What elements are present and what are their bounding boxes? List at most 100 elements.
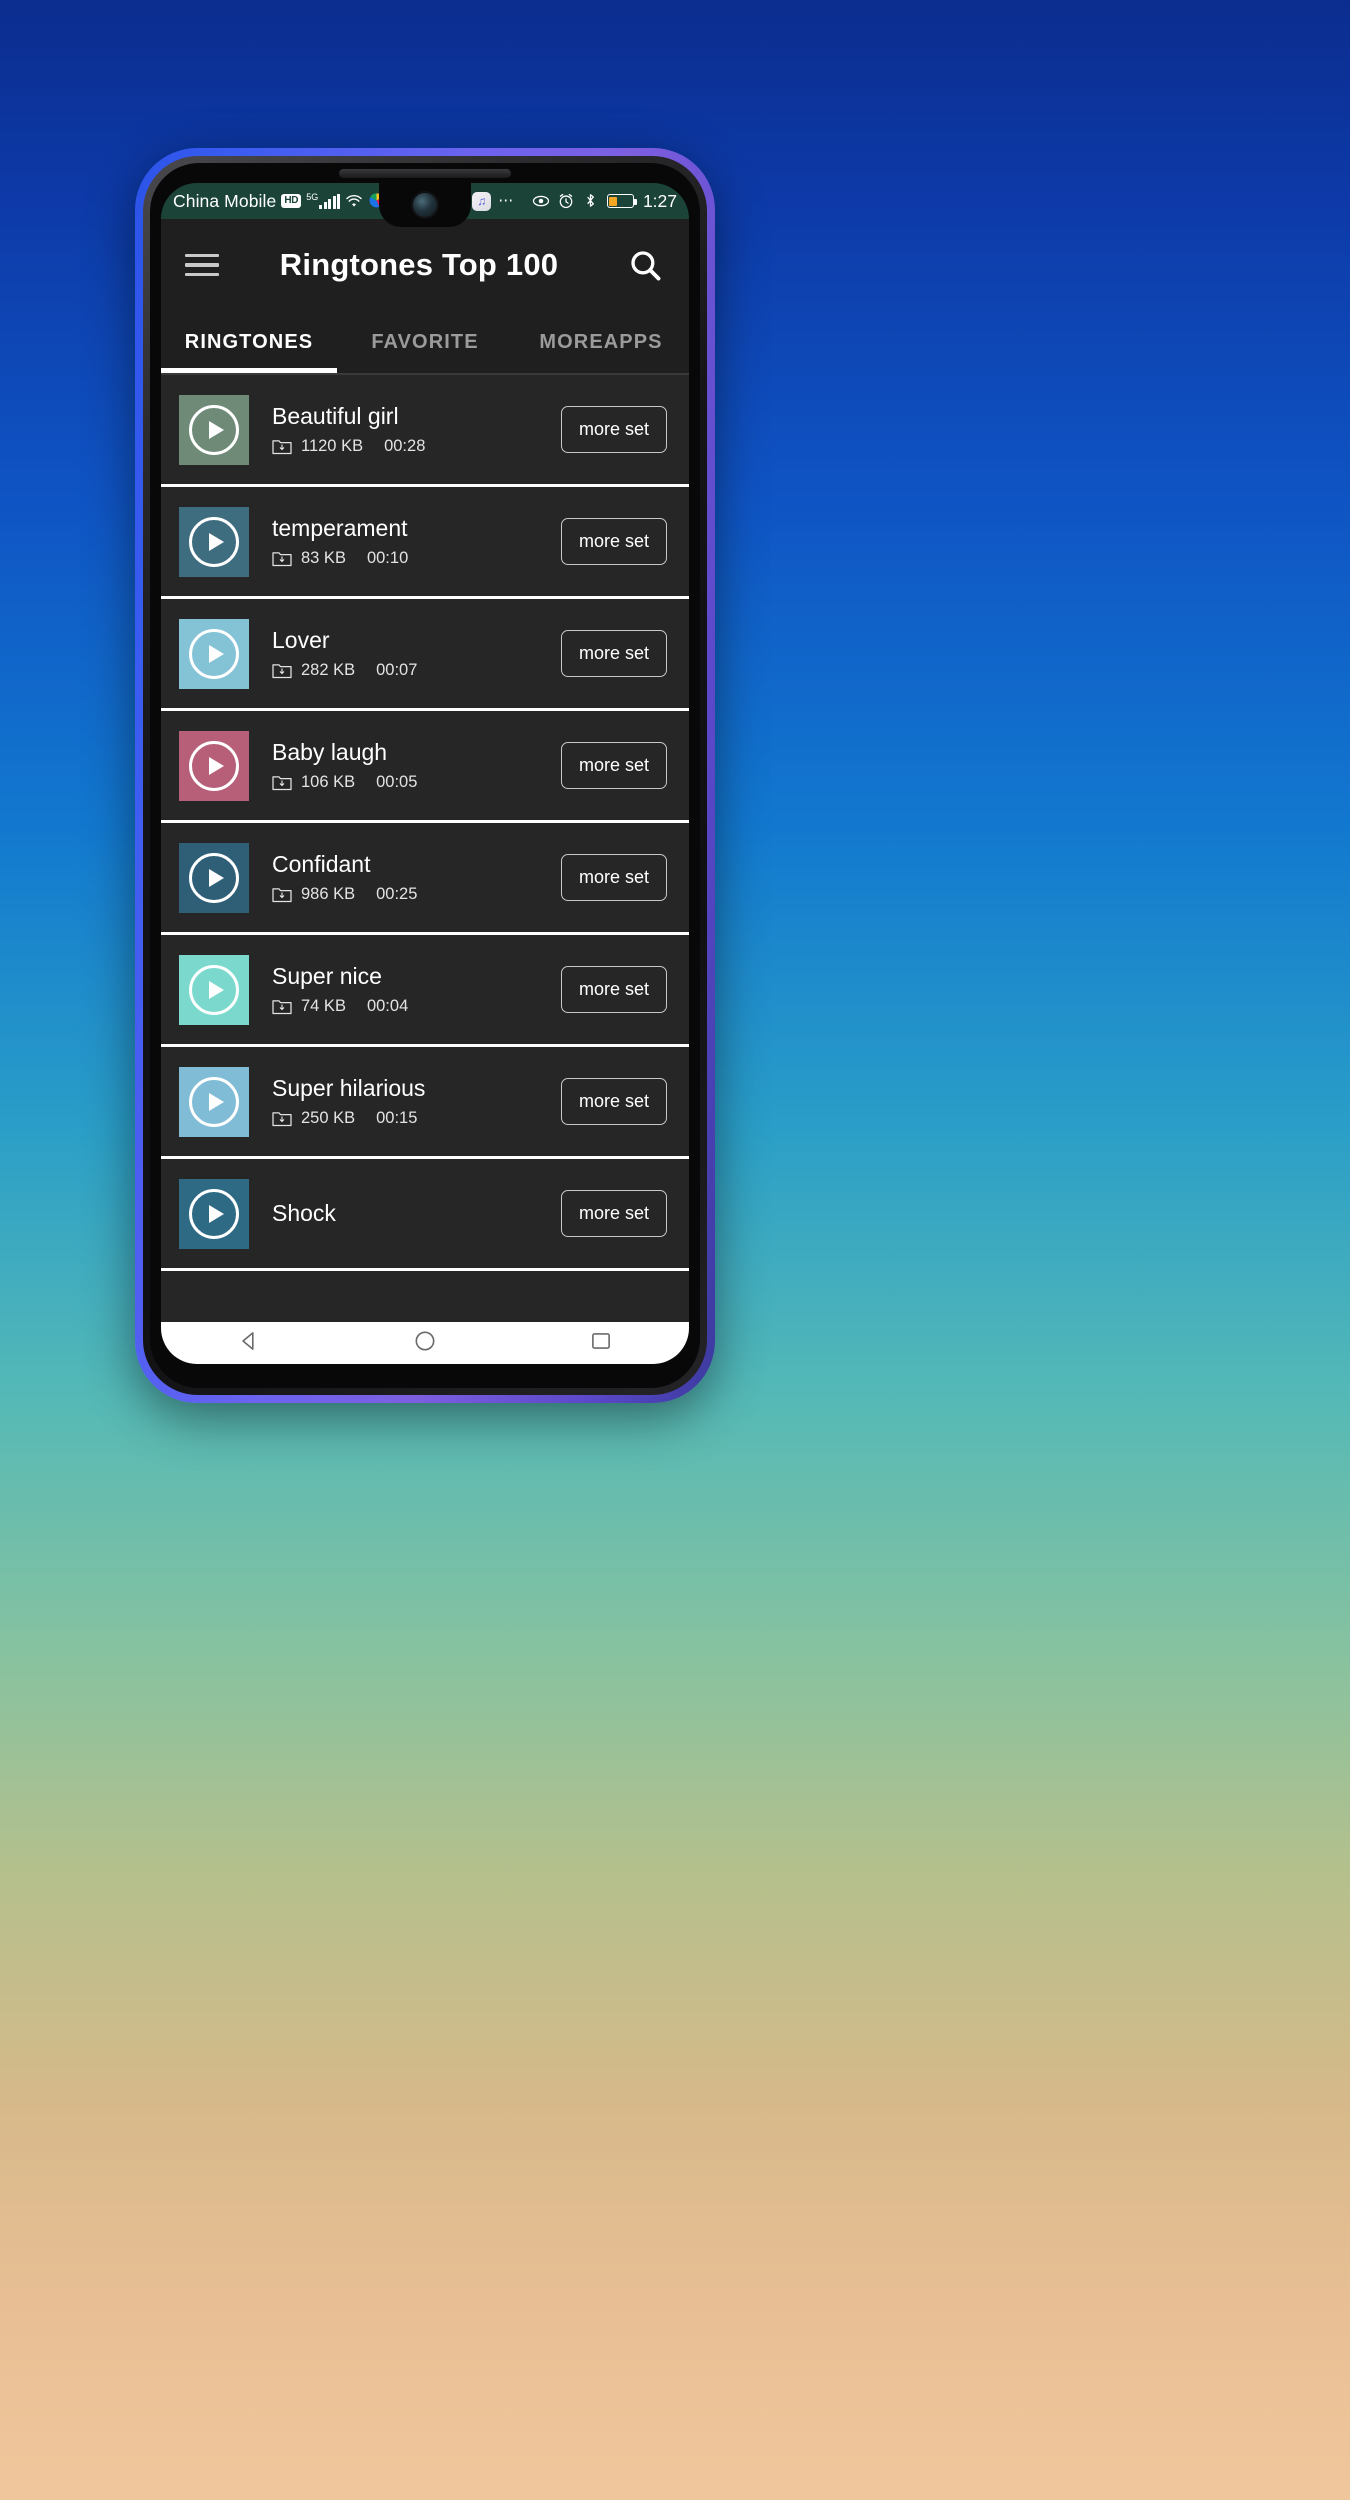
more-notifications-icon: ⋯ <box>498 192 516 209</box>
status-bar-left: China Mobile HD 5G <box>173 191 386 212</box>
more-set-button[interactable]: more set <box>560 966 667 1013</box>
recents-square-icon[interactable] <box>588 1328 614 1359</box>
wifi-icon <box>345 192 363 210</box>
ringtone-size: 282 KB <box>301 660 356 679</box>
ringtone-size: 250 KB <box>301 1108 356 1127</box>
more-set-button[interactable]: more set <box>560 630 667 677</box>
search-icon[interactable] <box>625 245 665 285</box>
ringtone-size: 74 KB <box>301 996 346 1015</box>
signal-bars-icon: 5G <box>306 192 341 209</box>
ringtone-meta: Super nice 74 KB 00:04 <box>249 963 561 1015</box>
clock-label: 1:27 <box>642 190 677 211</box>
eye-care-icon <box>532 192 550 210</box>
play-icon[interactable] <box>189 1076 239 1127</box>
table-row[interactable]: Super hilarious 250 KB 00:15 more set <box>161 1047 689 1159</box>
play-icon[interactable] <box>189 516 239 567</box>
more-set-button[interactable]: more set <box>560 1078 667 1125</box>
ringtone-duration: 00:15 <box>376 1108 418 1127</box>
ringtone-subline: 1120 KB 00:28 <box>272 437 561 456</box>
table-row[interactable]: Confidant 986 KB 00:25 more set <box>161 823 689 935</box>
ringtone-size: 106 KB <box>301 772 356 791</box>
ringtone-size: 83 KB <box>301 548 346 567</box>
system-navigation-bar <box>161 1322 689 1364</box>
play-icon[interactable] <box>189 1188 239 1239</box>
ringtone-meta: Shock <box>249 1200 561 1226</box>
ringtone-size: 1120 KB <box>301 436 364 455</box>
ringtone-meta: Confidant 986 KB 00:25 <box>249 851 561 903</box>
ringtone-meta: temperament 83 KB 00:10 <box>249 515 561 567</box>
status-bar-right: 1:27 <box>532 191 677 212</box>
ringtone-thumbnail[interactable] <box>179 954 249 1025</box>
download-folder-icon <box>272 550 292 567</box>
ringtone-thumbnail[interactable] <box>179 730 249 801</box>
app-bar: Ringtones Top 100 <box>161 219 689 311</box>
more-set-button[interactable]: more set <box>560 1190 667 1237</box>
download-folder-icon <box>272 774 292 791</box>
tab-bar: RINGTONES FAVORITE MOREAPPS <box>161 311 689 373</box>
ringtone-meta: Super hilarious 250 KB 00:15 <box>249 1075 561 1127</box>
ringtone-thumbnail[interactable] <box>179 618 249 689</box>
earpiece-speaker <box>339 169 511 178</box>
phone-device: China Mobile HD 5G ♫ ⋯ 1:27 Ringtones To… <box>135 148 715 1403</box>
ringtone-thumbnail[interactable] <box>179 842 249 913</box>
download-folder-icon <box>272 662 292 679</box>
ringtone-size: 986 KB <box>301 884 356 903</box>
carrier-label: China Mobile <box>173 190 277 211</box>
ringtone-subline: 106 KB 00:05 <box>272 773 561 792</box>
hd-badge: HD <box>281 194 302 208</box>
more-set-button[interactable]: more set <box>560 518 667 565</box>
ringtone-duration: 00:10 <box>366 548 409 567</box>
phone-bezel: China Mobile HD 5G ♫ ⋯ 1:27 Ringtones To… <box>150 163 700 1388</box>
ringtone-thumbnail[interactable] <box>179 1178 249 1249</box>
ringtone-meta: Baby laugh 106 KB 00:05 <box>249 739 561 791</box>
ringtone-duration: 00:28 <box>384 436 426 455</box>
phone-screen: China Mobile HD 5G ♫ ⋯ 1:27 Ringtones To… <box>161 183 689 1364</box>
table-row[interactable]: Lover 282 KB 00:07 more set <box>161 599 689 711</box>
page-title: Ringtones Top 100 <box>279 247 559 282</box>
tab-favorite[interactable]: FAVORITE <box>337 331 513 354</box>
play-icon[interactable] <box>189 628 239 679</box>
more-set-button[interactable]: more set <box>560 406 667 453</box>
download-folder-icon <box>272 998 292 1015</box>
network-type-label: 5G <box>306 192 319 202</box>
more-set-button[interactable]: more set <box>560 742 667 789</box>
table-row[interactable]: temperament 83 KB 00:10 more set <box>161 487 689 599</box>
table-row[interactable]: Super nice 74 KB 00:04 more set <box>161 935 689 1047</box>
tab-moreapps[interactable]: MOREAPPS <box>513 331 689 354</box>
ringtone-title: Beautiful girl <box>272 403 399 430</box>
home-circle-icon[interactable] <box>412 1328 438 1359</box>
play-icon[interactable] <box>189 964 239 1015</box>
ringtone-thumbnail[interactable] <box>179 394 249 465</box>
bluetooth-icon <box>582 192 600 210</box>
play-icon[interactable] <box>189 852 239 903</box>
ringtone-meta: Lover 282 KB 00:07 <box>249 627 561 679</box>
download-folder-icon <box>272 438 292 455</box>
play-icon[interactable] <box>189 740 239 791</box>
phone-frame: China Mobile HD 5G ♫ ⋯ 1:27 Ringtones To… <box>143 156 707 1395</box>
ringtone-subline: 83 KB 00:10 <box>272 549 561 568</box>
back-triangle-icon[interactable] <box>236 1328 262 1359</box>
table-row[interactable]: Shock more set <box>161 1159 689 1271</box>
ringtone-duration: 00:07 <box>376 660 418 679</box>
signal-bars-glyph <box>319 194 341 209</box>
ringtone-title: temperament <box>272 515 408 542</box>
ringtone-title: Super nice <box>272 963 382 990</box>
ringtone-thumbnail[interactable] <box>179 1066 249 1137</box>
ringtone-duration: 00:25 <box>376 884 418 903</box>
front-camera-icon <box>413 193 437 217</box>
table-row[interactable]: Beautiful girl 1120 KB 00:28 more set <box>161 375 689 487</box>
alarm-clock-icon <box>557 192 575 210</box>
play-icon[interactable] <box>189 404 239 455</box>
download-folder-icon <box>272 1110 292 1127</box>
ringtone-list[interactable]: Beautiful girl 1120 KB 00:28 more set temper… <box>161 375 689 1364</box>
tab-ringtones[interactable]: RINGTONES <box>161 331 337 354</box>
music-notification-icon: ♫ <box>472 191 492 211</box>
ringtone-duration: 00:04 <box>366 996 409 1015</box>
ringtone-title: Baby laugh <box>272 739 388 766</box>
table-row[interactable]: Baby laugh 106 KB 00:05 more set <box>161 711 689 823</box>
active-tab-indicator <box>161 368 337 373</box>
ringtone-thumbnail[interactable] <box>179 506 249 577</box>
more-set-button[interactable]: more set <box>560 854 667 901</box>
ringtone-subline: 986 KB 00:25 <box>272 885 561 904</box>
ringtone-subline: 250 KB 00:15 <box>272 1109 561 1128</box>
